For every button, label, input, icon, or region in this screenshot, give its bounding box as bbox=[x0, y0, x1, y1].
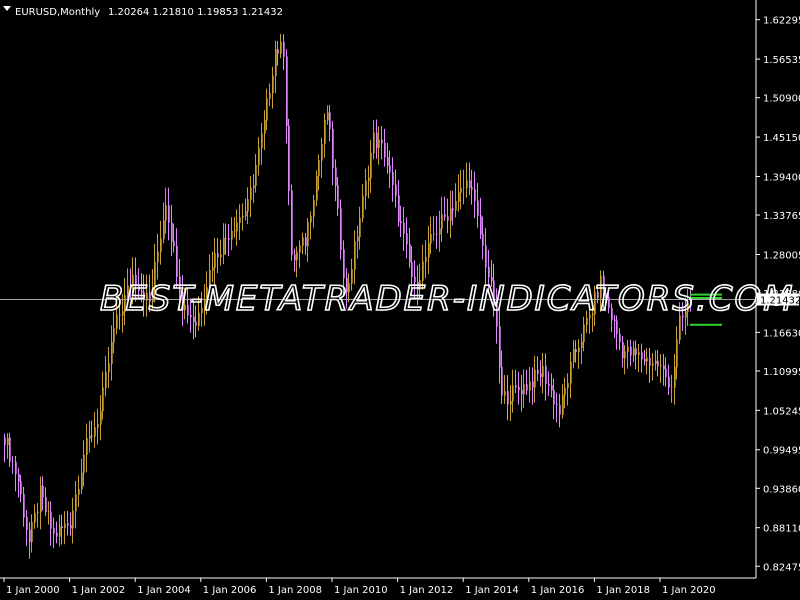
current-price-label: 1.21432 bbox=[760, 295, 800, 306]
y-tick-label: 0.82475 bbox=[763, 562, 800, 573]
price-chart[interactable]: EURUSD,Monthly 1.20264 1.21810 1.19853 1… bbox=[0, 0, 800, 600]
y-tick-label: 1.45150 bbox=[763, 133, 800, 144]
x-tick-label: 1 Jan 2010 bbox=[334, 585, 388, 596]
x-tick-label: 1 Jan 2012 bbox=[400, 585, 454, 596]
y-tick-label: 1.56535 bbox=[763, 55, 800, 66]
current-price-box: 1.21432 bbox=[757, 293, 800, 306]
x-tick-label: 1 Jan 2002 bbox=[72, 585, 126, 596]
y-tick-label: 1.50900 bbox=[763, 94, 800, 105]
x-tick-label: 1 Jan 2006 bbox=[203, 585, 257, 596]
x-tick-label: 1 Jan 2016 bbox=[531, 585, 585, 596]
y-tick-label: 0.99495 bbox=[763, 446, 800, 457]
symbol-period-label: EURUSD,Monthly bbox=[15, 7, 100, 18]
y-tick-label: 0.88110 bbox=[763, 524, 800, 535]
x-tick-label: 1 Jan 2004 bbox=[137, 585, 191, 596]
x-tick-label: 1 Jan 2020 bbox=[662, 585, 716, 596]
y-tick-label: 1.28005 bbox=[763, 250, 800, 261]
y-tick-label: 1.39400 bbox=[763, 172, 800, 183]
x-tick-label: 1 Jan 2014 bbox=[465, 585, 519, 596]
y-tick-label: 1.33765 bbox=[763, 211, 800, 222]
watermark-text: BEST-METATRADER-INDICATORS.COM bbox=[100, 279, 795, 319]
x-tick-label: 1 Jan 2018 bbox=[596, 585, 650, 596]
y-tick-label: 1.62295 bbox=[763, 16, 800, 27]
ohlc-readout: 1.20264 1.21810 1.19853 1.21432 bbox=[108, 7, 283, 18]
chart-canvas[interactable]: EURUSD,Monthly 1.20264 1.21810 1.19853 1… bbox=[0, 0, 800, 600]
y-tick-label: 1.10995 bbox=[763, 367, 800, 378]
y-tick-label: 0.93860 bbox=[763, 484, 800, 495]
y-tick-label: 1.16630 bbox=[763, 328, 800, 339]
x-tick-label: 1 Jan 2000 bbox=[6, 585, 60, 596]
y-tick-label: 1.05245 bbox=[763, 406, 800, 417]
x-tick-label: 1 Jan 2008 bbox=[268, 585, 322, 596]
